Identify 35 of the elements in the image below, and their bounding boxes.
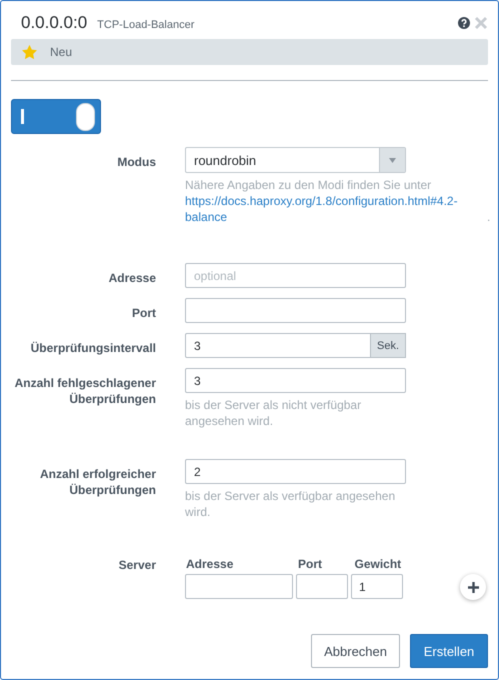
window-subtitle: TCP-Load-Balancer: [97, 19, 194, 31]
unit-addon: Sek.: [371, 333, 406, 358]
docs-link[interactable]: https://docs.haproxy.org/1.8/configuration.html#4.2-balance: [185, 193, 487, 225]
input-field[interactable]: 3: [185, 333, 371, 358]
field-label: Server: [118, 557, 156, 574]
status-label: Neu: [50, 45, 72, 59]
mode-dropdown[interactable]: roundrobin: [185, 147, 406, 173]
window-title: 0.0.0.0:0: [21, 13, 88, 33]
field-label: Überprüfungsintervall: [30, 340, 156, 357]
field-label: Port: [131, 305, 156, 322]
field-label: Anzahl fehlgeschlagener Überprüfungen: [14, 375, 156, 408]
help-text: bis der Server als nicht verfügbar angesehen wird.: [185, 397, 362, 429]
input-field[interactable]: 3: [185, 368, 406, 393]
field-label: Modus: [116, 154, 156, 171]
toggle-switch[interactable]: [11, 99, 101, 134]
column-header: Port: [296, 557, 323, 571]
input-field[interactable]: optional: [185, 263, 406, 288]
help-icon[interactable]: [458, 17, 470, 29]
help-text: Nähere Angaben zu den Modi finden Sie unter https://docs.haproxy.org/1.8/configuration.html#4.2-balance .: [185, 177, 492, 225]
input-field[interactable]: 2: [185, 459, 406, 484]
add-button[interactable]: [460, 574, 486, 600]
cancel-button[interactable]: Abbrechen: [311, 634, 400, 668]
column-header: Adresse: [185, 557, 234, 571]
field-label: Anzahl erfolgreicher Überprüfungen: [38, 466, 156, 499]
star-icon: [21, 44, 38, 60]
create-button[interactable]: Erstellen: [410, 634, 488, 668]
help-text: bis der Server als verfügbar angesehen wird.: [185, 488, 396, 520]
input-field[interactable]: 1: [351, 574, 403, 599]
input-field[interactable]: [296, 574, 348, 599]
caret-icon: [389, 158, 396, 162]
column-header: Gewicht: [354, 557, 402, 571]
field-label: Adresse: [108, 270, 156, 287]
input-field[interactable]: [185, 298, 406, 323]
input-field[interactable]: [185, 574, 293, 599]
plus-icon: [468, 582, 478, 592]
